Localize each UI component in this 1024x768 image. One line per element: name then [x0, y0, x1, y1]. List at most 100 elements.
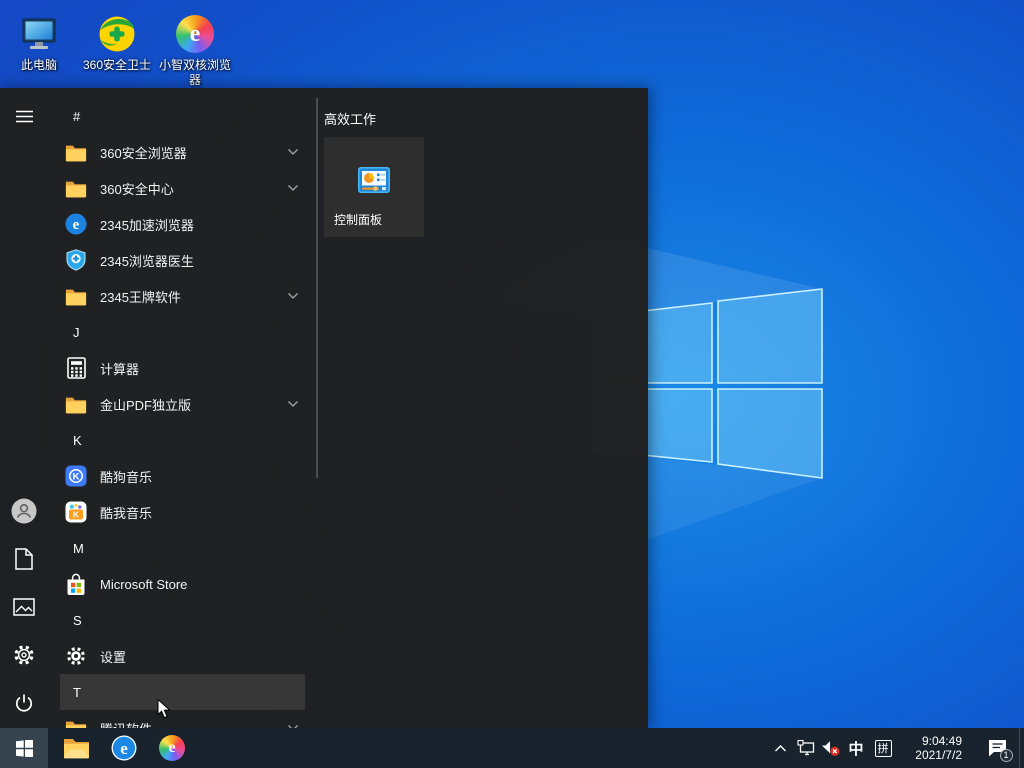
app-item-360-browser[interactable]: 360安全浏览器: [60, 134, 305, 170]
2345-browser-icon: e: [111, 735, 137, 761]
windows-logo-icon: [15, 739, 33, 757]
folder-icon: [64, 176, 88, 200]
kugou-music-icon: K: [64, 464, 88, 488]
ethernet-network-icon: [796, 740, 814, 756]
chevron-down-icon[interactable]: [287, 143, 299, 161]
this-pc-icon: [19, 14, 59, 54]
section-header-hash[interactable]: #: [60, 98, 305, 134]
start-button[interactable]: [0, 728, 48, 768]
notification-count-badge: 1: [999, 748, 1013, 762]
network-status-button[interactable]: [793, 728, 819, 768]
chevron-down-icon[interactable]: [287, 287, 299, 305]
app-label: 金山PDF独立版: [100, 397, 192, 413]
app-label: 计算器: [100, 361, 140, 377]
section-header-m[interactable]: M: [60, 530, 305, 566]
desktop-icon-label: 360安全卫士: [82, 58, 152, 72]
app-item-tencent-software[interactable]: 腾讯软件: [60, 710, 305, 728]
user-avatar-icon: [11, 498, 37, 524]
folder-icon: [64, 284, 88, 308]
microsoft-store-icon: [64, 572, 88, 596]
show-desktop-button[interactable]: [1019, 728, 1024, 768]
app-item-calculator[interactable]: 计算器: [60, 350, 305, 386]
pictures-button[interactable]: [0, 583, 48, 631]
desktop-icon-this-pc[interactable]: 此电脑: [0, 6, 78, 88]
gear-icon: [14, 645, 34, 665]
folder-icon: [64, 392, 88, 416]
app-item-kingsoft-pdf[interactable]: 金山PDF独立版: [60, 386, 305, 422]
power-icon: [15, 694, 33, 712]
start-menu-app-list: # 360安全浏览器 360安全中心 e 2345加速浏览器 2345浏览器医生…: [60, 98, 305, 728]
app-label: 2345浏览器医生: [100, 253, 194, 269]
settings-gear-icon: [64, 644, 88, 668]
ime-mode-label: 中: [848, 740, 864, 758]
browser-doctor-shield-icon: [64, 248, 88, 272]
taskbar-xiaozhi-browser-button[interactable]: e: [152, 728, 192, 768]
folder-icon: [64, 716, 88, 728]
section-header-j[interactable]: J: [60, 314, 305, 350]
section-header-s[interactable]: S: [60, 602, 305, 638]
app-label: 设置: [100, 649, 127, 665]
control-panel-icon: [356, 165, 392, 202]
tile-group-title: 高效工作: [324, 112, 377, 127]
clock-date: 2021/7/2: [915, 748, 962, 762]
app-item-360-center[interactable]: 360安全中心: [60, 170, 305, 206]
ime-language-button[interactable]: 中: [844, 728, 868, 768]
file-explorer-button[interactable]: [56, 728, 96, 768]
kuwo-music-icon: K: [64, 500, 88, 524]
app-label: Microsoft Store: [100, 576, 188, 592]
app-label: 酷狗音乐: [100, 469, 153, 485]
app-item-2345-doctor[interactable]: 2345浏览器医生: [60, 242, 305, 278]
tile-control-panel[interactable]: 控制面板: [324, 137, 424, 237]
app-item-kuwo-music[interactable]: K 酷我音乐: [60, 494, 305, 530]
desktop-icon-xiaozhi-browser[interactable]: e 小智双核浏览器: [156, 6, 234, 88]
section-letter: K: [73, 432, 82, 448]
chevron-down-icon[interactable]: [287, 395, 299, 413]
pictures-icon: [13, 598, 35, 616]
section-letter: T: [73, 684, 81, 700]
tray-expand-button[interactable]: [768, 728, 792, 768]
app-item-2345-browser[interactable]: e 2345加速浏览器: [60, 206, 305, 242]
clock-time: 9:04:49: [921, 734, 962, 748]
app-label: 酷我音乐: [100, 505, 153, 521]
section-letter: #: [73, 108, 81, 124]
app-item-kugou-music[interactable]: K 酷狗音乐: [60, 458, 305, 494]
power-button[interactable]: [0, 679, 48, 727]
taskbar-2345-browser-button[interactable]: e: [104, 728, 144, 768]
2345-browser-icon: e: [64, 212, 88, 236]
desktop-icon-grid: 此电脑 360安全卫士 e 小智双核浏览器: [0, 6, 234, 88]
calculator-icon: [64, 356, 88, 380]
desktop-icon-360-safe[interactable]: 360安全卫士: [78, 6, 156, 88]
volume-button[interactable]: [818, 728, 844, 768]
app-item-2345-suite[interactable]: 2345王牌软件: [60, 278, 305, 314]
rail-settings-button[interactable]: [0, 631, 48, 679]
tile-label: 控制面板: [334, 213, 383, 227]
volume-muted-icon: [822, 740, 840, 756]
expand-menu-button[interactable]: [0, 92, 48, 140]
chevron-down-icon[interactable]: [287, 179, 299, 197]
action-center-button[interactable]: 1: [980, 728, 1014, 768]
svg-text:K: K: [73, 472, 80, 483]
app-item-microsoft-store[interactable]: Microsoft Store: [60, 566, 305, 602]
chevron-up-icon: [774, 744, 786, 751]
hamburger-icon: [15, 110, 33, 122]
app-label: 360安全中心: [100, 181, 174, 197]
chevron-down-icon[interactable]: [287, 719, 299, 728]
app-list-scrollbar[interactable]: [316, 98, 318, 478]
section-header-t[interactable]: T: [60, 674, 305, 710]
app-item-settings[interactable]: 设置: [60, 638, 305, 674]
app-label: 2345加速浏览器: [100, 217, 194, 233]
svg-text:K: K: [73, 510, 80, 520]
svg-text:e: e: [120, 739, 128, 758]
start-menu: # 360安全浏览器 360安全中心 e 2345加速浏览器 2345浏览器医生…: [0, 88, 648, 728]
user-account-button[interactable]: [0, 487, 48, 535]
section-header-k[interactable]: K: [60, 422, 305, 458]
pinyin-ime-icon: 拼: [874, 739, 892, 757]
desktop-icon-label: 此电脑: [20, 58, 57, 72]
documents-button[interactable]: [0, 535, 48, 583]
ime-pinyin-button[interactable]: 拼: [870, 728, 896, 768]
taskbar-clock[interactable]: 9:04:49 2021/7/2: [898, 728, 962, 768]
app-label: 腾讯软件: [100, 719, 152, 729]
document-icon: [15, 548, 33, 570]
taskbar: e e 中 拼 9:04:49 2021/7/2 1: [0, 728, 1024, 768]
section-letter: J: [73, 324, 80, 340]
